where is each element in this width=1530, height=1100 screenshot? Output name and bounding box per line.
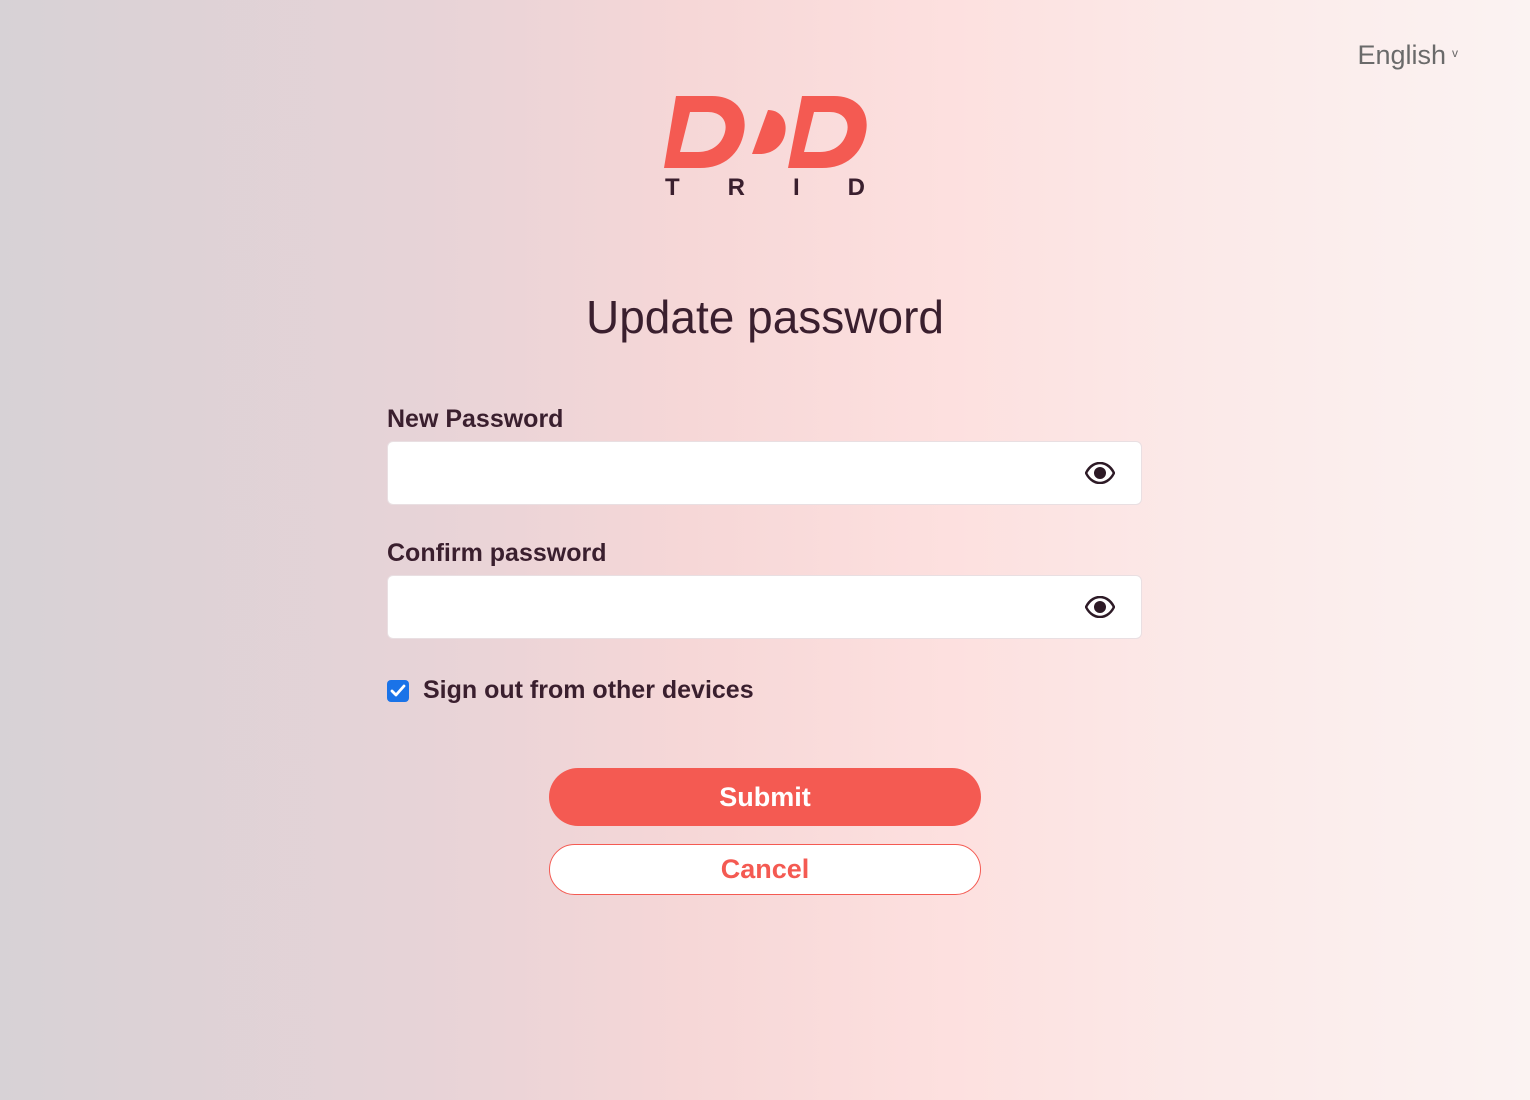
- confirm-password-input[interactable]: [388, 576, 1048, 638]
- language-label: English: [1357, 40, 1446, 70]
- new-password-input[interactable]: [388, 442, 1048, 504]
- logo-letter: R: [727, 174, 745, 201]
- logo-letter: T: [665, 174, 680, 201]
- cancel-button[interactable]: Cancel: [549, 844, 981, 895]
- checkmark-icon: [390, 684, 406, 696]
- sign-out-option: Sign out from other devices: [387, 676, 754, 705]
- logo-letter: D: [847, 174, 865, 201]
- sign-out-label: Sign out from other devices: [423, 676, 754, 704]
- eye-icon[interactable]: [1084, 595, 1116, 619]
- page-title: Update password: [586, 291, 944, 343]
- new-password-label: New Password: [387, 405, 564, 433]
- chevron-down-icon: v: [1452, 46, 1458, 60]
- submit-button[interactable]: Submit: [549, 768, 981, 826]
- logo-letter: I: [792, 174, 800, 201]
- confirm-password-label: Confirm password: [387, 539, 607, 567]
- logo-mark: [664, 96, 867, 168]
- logo-wordmark: T R I D: [665, 174, 865, 202]
- eye-icon[interactable]: [1084, 461, 1116, 485]
- sign-out-checkbox[interactable]: [387, 679, 409, 702]
- language-selector[interactable]: English v: [1357, 40, 1458, 71]
- new-password-field-wrapper: [387, 441, 1142, 505]
- confirm-password-field-wrapper: [387, 575, 1142, 639]
